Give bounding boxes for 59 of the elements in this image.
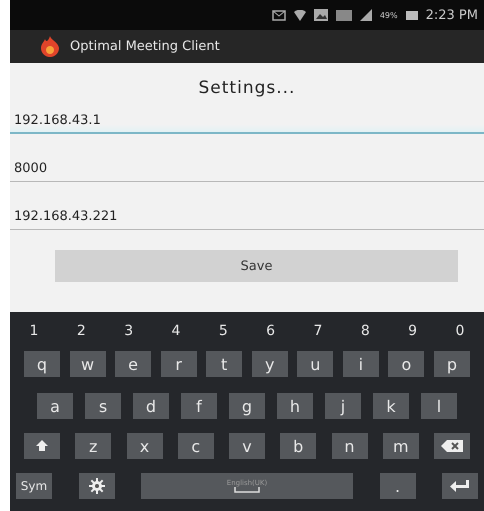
number-key[interactable]: 2 xyxy=(63,318,100,344)
letter-key[interactable]: h xyxy=(277,393,313,419)
number-key[interactable]: 5 xyxy=(205,318,242,344)
number-key[interactable]: 3 xyxy=(110,318,147,344)
save-button[interactable]: Save xyxy=(55,250,458,282)
input-field[interactable]: 8000 xyxy=(10,154,484,182)
letter-key[interactable]: k xyxy=(373,393,409,419)
flame-logo-icon xyxy=(40,36,60,58)
letter-key[interactable]: t xyxy=(206,351,242,377)
signal-icon xyxy=(360,9,372,21)
shift-icon xyxy=(35,439,49,453)
letter-key[interactable]: d xyxy=(133,393,169,419)
battery-percent: 49% xyxy=(380,10,398,20)
number-key[interactable]: 7 xyxy=(300,318,336,344)
space-bar-icon xyxy=(234,487,260,493)
letter-key[interactable]: s xyxy=(85,393,121,419)
letter-key[interactable]: e xyxy=(115,351,152,377)
number-key[interactable]: 6 xyxy=(252,318,289,344)
letter-key[interactable]: p xyxy=(434,351,470,377)
settings-heading: Settings... xyxy=(198,77,296,100)
letter-key[interactable]: b xyxy=(280,433,316,459)
enter-icon xyxy=(450,480,470,492)
letter-key[interactable]: n xyxy=(332,433,368,459)
letter-key[interactable]: o xyxy=(388,351,424,377)
letter-key[interactable]: v xyxy=(229,433,265,459)
number-key[interactable]: 4 xyxy=(158,318,194,344)
number-key[interactable]: 1 xyxy=(16,318,52,344)
symbol-key[interactable]: Sym xyxy=(16,473,52,499)
letter-key[interactable]: q xyxy=(24,351,60,377)
letter-key[interactable]: l xyxy=(421,393,457,419)
backspace-icon xyxy=(441,440,463,452)
letter-key[interactable]: m xyxy=(382,433,419,459)
clock-time: 2:23 PM xyxy=(426,8,478,22)
input-field[interactable]: 192.168.43.221 xyxy=(10,202,484,230)
shift-key[interactable] xyxy=(24,433,60,459)
letter-key[interactable]: z xyxy=(75,433,112,459)
image-icon xyxy=(314,9,328,21)
letter-key[interactable]: x xyxy=(126,433,162,459)
letter-key[interactable]: u xyxy=(297,351,334,377)
letter-key[interactable]: f xyxy=(181,393,217,419)
wifi-icon xyxy=(294,10,306,20)
letter-key[interactable]: r xyxy=(160,351,197,377)
backspace-key[interactable] xyxy=(434,433,470,459)
number-key[interactable]: 0 xyxy=(442,318,478,344)
settings-icon xyxy=(88,478,104,494)
number-key[interactable]: 9 xyxy=(394,318,431,344)
enter-key[interactable] xyxy=(442,473,478,499)
letter-key[interactable]: . xyxy=(380,473,416,499)
letter-key[interactable]: w xyxy=(70,351,106,377)
letter-key[interactable]: j xyxy=(325,393,361,419)
letter-key[interactable]: g xyxy=(229,393,265,419)
letter-key[interactable]: a xyxy=(37,393,73,419)
letter-key[interactable]: i xyxy=(342,351,379,377)
letter-key[interactable]: c xyxy=(178,433,214,459)
letter-key[interactable]: y xyxy=(252,351,288,377)
settings-key[interactable] xyxy=(78,473,114,499)
email-icon xyxy=(272,10,286,20)
number-key[interactable]: 8 xyxy=(347,318,384,344)
app-title: Optimal Meeting Client xyxy=(70,39,220,54)
